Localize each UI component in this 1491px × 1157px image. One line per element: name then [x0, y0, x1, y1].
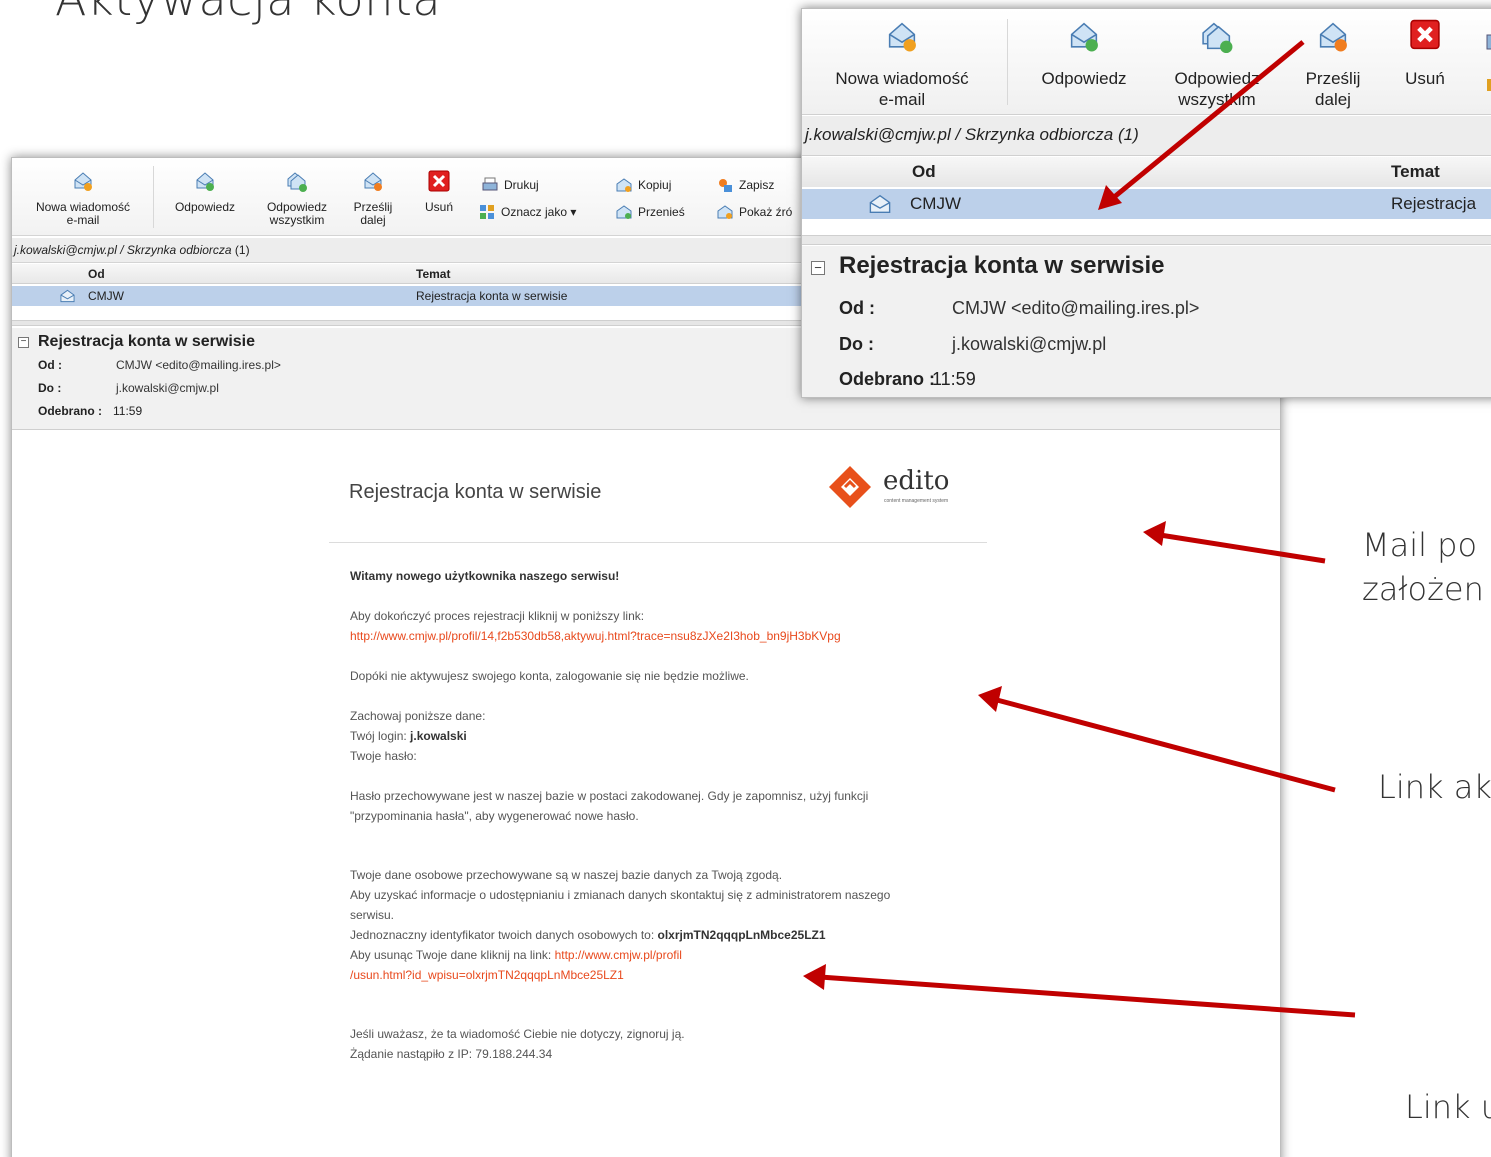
arrowhead-2: [1143, 521, 1166, 546]
arrowhead-1: [1098, 185, 1122, 210]
arrow-to-mail: [1159, 532, 1326, 564]
annotation-arrows: [803, 40, 1356, 1018]
arrow-to-remove-link: [819, 974, 1356, 1018]
arrowhead-3: [978, 686, 1002, 712]
arrow-to-message-row: [1111, 40, 1305, 200]
arrow-to-activation-link: [996, 697, 1336, 793]
arrowhead-4: [803, 964, 826, 990]
